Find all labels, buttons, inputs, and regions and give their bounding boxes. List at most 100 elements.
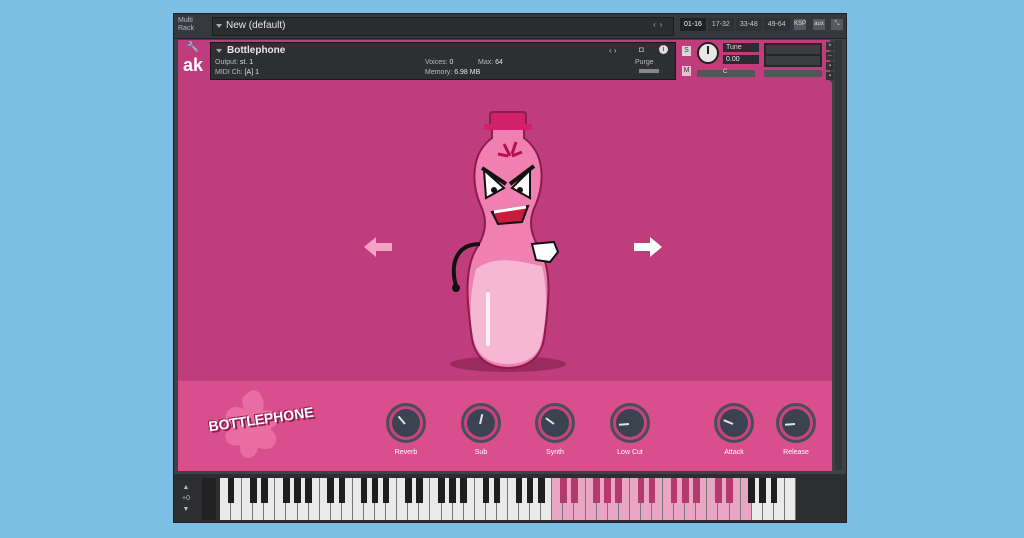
memory-value: 6.98 MB xyxy=(454,69,481,76)
max-label: Max: xyxy=(478,59,494,66)
midi-value: [A] 1 xyxy=(244,69,259,76)
black-key[interactable] xyxy=(460,478,467,503)
attack-label: Attack xyxy=(724,449,744,456)
mute-button[interactable]: M xyxy=(682,66,691,76)
info-icon[interactable]: i xyxy=(659,45,668,54)
rack-nav-arrows[interactable]: ‹› xyxy=(653,20,666,29)
black-key[interactable] xyxy=(294,478,301,503)
black-key[interactable] xyxy=(327,478,335,503)
black-key[interactable] xyxy=(670,478,678,503)
aux-icon[interactable]: ▪ xyxy=(826,62,834,70)
black-key[interactable] xyxy=(515,478,523,503)
solo-button[interactable]: S xyxy=(682,46,691,56)
black-key[interactable] xyxy=(726,478,733,503)
rack-page-tabs: 01-16 17-32 33-48 49-64 xyxy=(680,18,790,31)
reverb-label: Reverb xyxy=(394,449,418,456)
output-value: st. 1 xyxy=(239,59,254,66)
output-row[interactable]: Output: st. 1 xyxy=(215,59,253,66)
max-voices-row[interactable]: Max: 64 xyxy=(478,59,503,66)
output-label: Output: xyxy=(215,59,238,66)
release-knob[interactable] xyxy=(776,403,816,443)
page-tab-3[interactable]: 33-48 xyxy=(735,18,762,31)
aux-button[interactable]: aux xyxy=(813,19,825,30)
instrument-name: Bottlephone xyxy=(227,45,286,56)
synth-label: Synth xyxy=(546,449,564,456)
black-key[interactable] xyxy=(715,478,722,503)
wrench-icon[interactable]: 🔧 xyxy=(182,42,204,54)
black-key[interactable] xyxy=(537,478,545,503)
rack-mode-label[interactable]: Multi Rack xyxy=(178,17,206,33)
black-key[interactable] xyxy=(416,478,423,503)
tune-label: Tune xyxy=(723,43,759,52)
previous-arrow-icon[interactable] xyxy=(364,237,394,257)
black-key[interactable] xyxy=(648,478,656,503)
black-key[interactable] xyxy=(382,478,390,503)
rack-title: New (default) xyxy=(226,20,286,31)
black-key[interactable] xyxy=(748,478,755,503)
pan-slider[interactable]: C xyxy=(697,69,755,77)
black-key[interactable] xyxy=(526,478,534,503)
octave-control[interactable]: ▲ +0 ▼ xyxy=(179,482,193,515)
black-key[interactable] xyxy=(560,478,567,503)
rack-menu-icon[interactable] xyxy=(216,24,222,28)
volume-slider[interactable] xyxy=(764,70,822,77)
black-key[interactable] xyxy=(681,478,689,503)
memory-label: Memory: xyxy=(425,69,453,76)
low-cut-label: Low Cut xyxy=(617,449,643,456)
black-key[interactable] xyxy=(692,478,700,503)
midi-label: MIDI Ch: xyxy=(215,69,243,76)
black-key[interactable] xyxy=(404,478,412,503)
low-cut-knob[interactable] xyxy=(610,403,650,443)
collapse-icon[interactable]: ⤡ xyxy=(831,19,843,30)
sub-knob[interactable] xyxy=(461,403,501,443)
angry-bottle-mascot xyxy=(450,111,566,372)
page-tab-2[interactable]: 17-32 xyxy=(707,18,734,31)
page-tab-4[interactable]: 49-64 xyxy=(763,18,790,31)
black-key[interactable] xyxy=(449,478,456,503)
pitch-wheel[interactable] xyxy=(202,478,216,520)
next-arrow-icon[interactable] xyxy=(632,237,662,257)
ksp-button[interactable]: KSP xyxy=(794,19,806,30)
black-key[interactable] xyxy=(593,478,600,503)
rack-header: Multi Rack New (default) ‹› 01-16 17-32 … xyxy=(174,14,846,39)
black-key[interactable] xyxy=(759,478,767,503)
black-key[interactable] xyxy=(482,478,490,503)
rack-scrollbar[interactable] xyxy=(835,40,842,470)
octave-up-icon[interactable]: ▲ xyxy=(179,482,193,493)
page-tab-1[interactable]: 01-16 xyxy=(680,18,706,31)
octave-down-icon[interactable]: ▼ xyxy=(179,504,193,515)
black-key[interactable] xyxy=(637,478,645,503)
pan-value: C xyxy=(723,69,728,75)
midi-row[interactable]: MIDI Ch: [A] 1 xyxy=(215,69,259,76)
black-key[interactable] xyxy=(770,478,778,503)
black-key[interactable] xyxy=(249,478,257,503)
close-icon[interactable]: × xyxy=(826,42,834,50)
black-key[interactable] xyxy=(360,478,368,503)
black-key[interactable] xyxy=(571,478,578,503)
black-key[interactable] xyxy=(227,478,235,503)
reverb-knob[interactable] xyxy=(386,403,426,443)
purge-menu[interactable]: Purge xyxy=(635,59,654,66)
piano-keyboard[interactable] xyxy=(220,478,796,520)
minimize-icon[interactable]: – xyxy=(826,52,834,60)
black-key[interactable] xyxy=(305,478,312,503)
black-key[interactable] xyxy=(338,478,346,503)
instrument-menu-icon[interactable] xyxy=(216,49,222,53)
nav-arrows-icon[interactable]: ‹ › xyxy=(609,46,617,55)
release-label: Release xyxy=(783,449,809,456)
black-key[interactable] xyxy=(615,478,623,503)
black-key[interactable] xyxy=(260,478,268,503)
kontakt-window: Multi Rack New (default) ‹› 01-16 17-32 … xyxy=(173,13,847,523)
black-key[interactable] xyxy=(604,478,611,503)
synth-knob[interactable] xyxy=(535,403,575,443)
black-key[interactable] xyxy=(493,478,501,503)
black-key[interactable] xyxy=(283,478,290,503)
white-key[interactable] xyxy=(784,478,796,520)
tune-knob[interactable] xyxy=(697,42,719,64)
pv-icon[interactable]: ▪ xyxy=(826,72,834,80)
tune-value[interactable]: 0.00 xyxy=(723,55,759,64)
attack-knob[interactable] xyxy=(714,403,754,443)
black-key[interactable] xyxy=(438,478,445,503)
black-key[interactable] xyxy=(371,478,379,503)
camera-icon[interactable]: ◘ xyxy=(639,45,644,54)
